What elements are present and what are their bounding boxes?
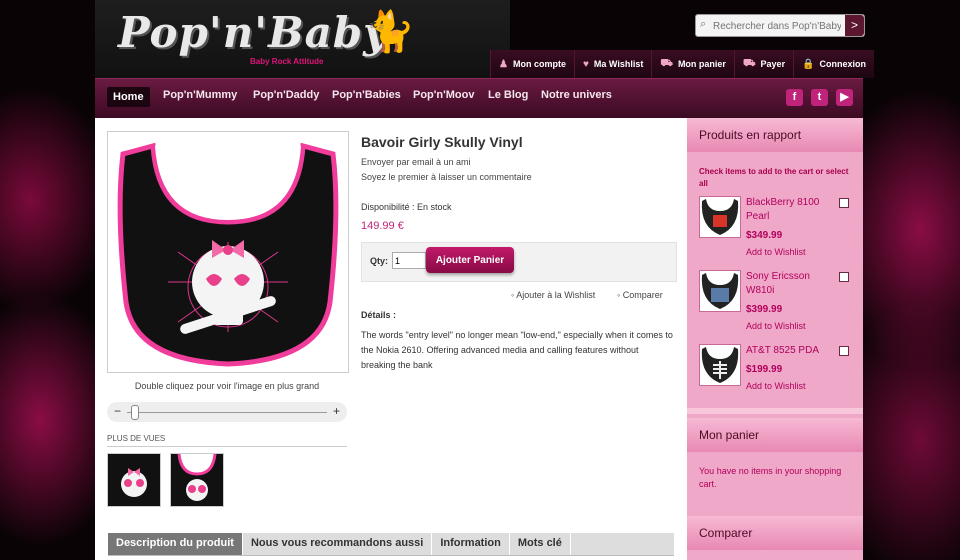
search-bar: ⌕ > <box>695 14 865 37</box>
cart-link[interactable]: ⛟ Mon panier <box>651 50 734 78</box>
checkout-link[interactable]: ⛟ Payer <box>733 50 794 78</box>
main-nav: Home Pop'n'Mummy Pop'n'Daddy Pop'n'Babie… <box>95 78 863 119</box>
related-item-image[interactable] <box>699 344 741 386</box>
image-caption: Double cliquez pour voir l'image en plus… <box>134 381 320 391</box>
tab-information[interactable]: Information <box>432 533 510 555</box>
write-review-link[interactable]: Soyez le premier à laisser un commentair… <box>361 172 532 182</box>
tab-tags[interactable]: Mots clé <box>510 533 571 555</box>
qty-label: Qty: <box>370 256 388 266</box>
zoom-handle[interactable] <box>131 405 139 420</box>
cart-empty-text: You have no items in your shopping cart. <box>699 466 842 489</box>
zoom-track[interactable] <box>127 412 327 413</box>
nav-item-babies[interactable]: Pop'n'Babies <box>332 89 401 101</box>
compare-block-title: Comparer <box>687 516 863 550</box>
user-icon: ♟ <box>499 58 508 70</box>
youtube-icon[interactable]: ▶ <box>836 89 853 106</box>
lock-icon: 🔒 <box>802 58 815 70</box>
search-input[interactable] <box>711 17 843 35</box>
nav-item-home[interactable]: Home <box>107 87 150 107</box>
related-products-title: Produits en rapport <box>687 118 863 152</box>
add-to-wishlist-link[interactable]: ◦ Ajouter à la Wishlist <box>511 290 595 300</box>
add-to-cart-button[interactable]: Ajouter Panier <box>426 247 514 273</box>
thumbnail-2[interactable] <box>170 453 224 507</box>
qty-input[interactable] <box>392 252 426 269</box>
top-links: ♟ Mon compte ♥ Ma Wishlist ⛟ Mon panier ⛟ Pa… <box>490 50 875 78</box>
add-to-cart-box: Qty: Ajouter Panier <box>361 242 677 282</box>
pay-icon: ⛟ <box>742 57 756 69</box>
related-item-price: $349.99 <box>746 230 783 241</box>
search-icon: ⌕ <box>700 18 707 30</box>
related-item: Sony Ericsson W810i $399.99 Add to Wishl… <box>699 270 859 340</box>
related-item: BlackBerry 8100 Pearl $349.99 Add to Wis… <box>699 196 859 266</box>
zoom-slider: − + <box>107 402 347 422</box>
thumbnail-1[interactable] <box>107 453 161 507</box>
nav-item-mummy[interactable]: Pop'n'Mummy <box>163 89 237 101</box>
email-friend-link[interactable]: Envoyer par email à un ami <box>361 157 471 167</box>
compare-link[interactable]: ◦ Comparer <box>617 290 663 300</box>
nav-item-daddy[interactable]: Pop'n'Daddy <box>253 89 319 101</box>
availability: Disponibilité : En stock <box>361 202 452 212</box>
nav-item-blog[interactable]: Le Blog <box>488 89 528 101</box>
check-items-text[interactable]: Check items to add to the cart or select… <box>699 166 849 190</box>
zoom-out-button[interactable]: − <box>114 404 121 418</box>
related-item-wishlist[interactable]: Add to Wishlist <box>746 381 806 391</box>
related-item-price: $399.99 <box>746 304 783 315</box>
cart-block-title: Mon panier <box>687 418 863 452</box>
twitter-icon[interactable]: t <box>811 89 828 106</box>
tab-description[interactable]: Description du produit <box>108 533 243 555</box>
related-item-name[interactable]: AT&T 8525 PDA <box>746 344 826 358</box>
sidebar-divider <box>687 408 863 414</box>
details-label: Détails : <box>361 310 397 320</box>
search-button[interactable]: > <box>845 15 864 36</box>
nav-item-universe[interactable]: Notre univers <box>541 89 612 101</box>
cart-icon: ⛟ <box>660 57 673 69</box>
product-tabs: Description du produit Nous vous recomma… <box>108 533 674 556</box>
facebook-icon[interactable]: f <box>786 89 803 106</box>
related-item-image[interactable] <box>699 196 741 238</box>
site-logo[interactable]: Pop'n'Baby <box>118 8 389 57</box>
related-item-price: $199.99 <box>746 364 783 375</box>
login-link[interactable]: 🔒 Connexion <box>793 50 875 78</box>
product-title: Bavoir Girly Skully Vinyl <box>361 134 523 150</box>
cat-logo-icon: 🐈 <box>365 10 415 54</box>
related-item-checkbox[interactable] <box>839 198 849 208</box>
related-item-name[interactable]: BlackBerry 8100 Pearl <box>746 196 826 224</box>
related-item-name[interactable]: Sony Ericsson W810i <box>746 270 826 298</box>
heart-icon: ♥ <box>582 58 589 70</box>
more-views-title: PLUS DE VUES <box>107 434 347 447</box>
tab-recommendations[interactable]: Nous vous recommandons aussi <box>243 533 433 555</box>
related-item-image[interactable] <box>699 270 741 312</box>
product-main: Double cliquez pour voir l'image en plus… <box>95 118 687 560</box>
related-item: AT&T 8525 PDA $199.99 Add to Wishlist <box>699 344 859 414</box>
related-item-wishlist[interactable]: Add to Wishlist <box>746 247 806 257</box>
sidebar: Produits en rapport Check items to add t… <box>687 118 863 560</box>
logo-tagline: Baby Rock Attitude <box>250 57 324 66</box>
product-image[interactable] <box>107 131 349 373</box>
related-item-checkbox[interactable] <box>839 346 849 356</box>
related-item-checkbox[interactable] <box>839 272 849 282</box>
product-price: 149.99 € <box>361 220 404 232</box>
zoom-in-button[interactable]: + <box>333 404 340 418</box>
product-description: The words "entry level" no longer mean "… <box>361 330 673 370</box>
nav-item-moov[interactable]: Pop'n'Moov <box>413 89 474 101</box>
my-account-link[interactable]: ♟ Mon compte <box>490 50 574 78</box>
related-item-wishlist[interactable]: Add to Wishlist <box>746 321 806 331</box>
wishlist-link[interactable]: ♥ Ma Wishlist <box>573 50 652 78</box>
